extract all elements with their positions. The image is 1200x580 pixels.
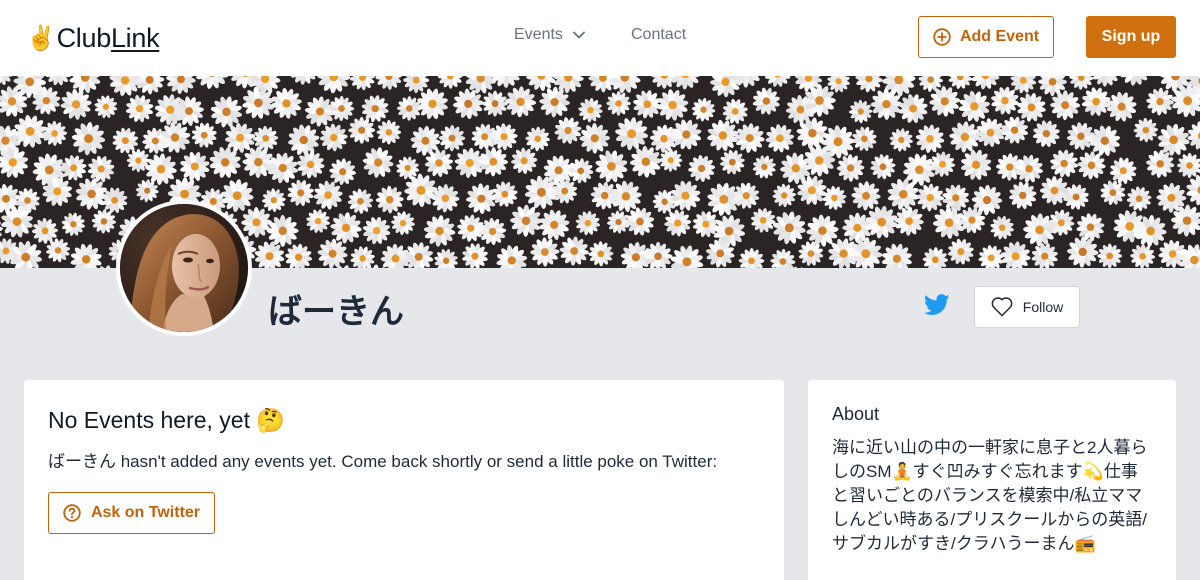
question-circle-icon [63,504,81,522]
nav-contact-link[interactable]: Contact [631,26,686,44]
events-card: No Events here, yet 🤔 ばーきん hasn't added … [24,380,784,580]
signup-button[interactable]: Sign up [1086,16,1176,58]
add-event-button[interactable]: Add Event [918,16,1054,58]
avatar-portrait-image [120,204,248,332]
ask-on-twitter-label: Ask on Twitter [90,504,201,521]
twitter-icon [923,294,950,315]
logo-text-link: Link [110,22,160,53]
profile-name: ばーきん [268,293,404,331]
follow-button[interactable]: Follow [974,286,1080,328]
ask-on-twitter-button[interactable]: Ask on Twitter [48,492,215,534]
heart-icon [991,297,1013,317]
about-card: About 海に近い山の中の一軒家に息子と2人暮らしのSM🧘すぐ凹みすぐ忘れます… [808,380,1176,580]
add-event-label: Add Event [959,28,1040,45]
nav-events-label: Events [514,26,563,43]
plus-circle-icon [933,28,951,46]
events-card-message: ばーきん hasn't added any events yet. Come b… [48,452,718,471]
nav-events-dropdown[interactable]: Events [514,26,585,44]
clublink-logo[interactable]: ✌️ Club Link [26,20,160,56]
logo-text-club: Club [56,22,112,53]
about-card-text: 海に近い山の中の一軒家に息子と2人暮らしのSM🧘すぐ凹みすぐ忘れます💫仕事と習い… [832,438,1148,553]
profile-avatar [116,200,252,336]
site-header: ✌️ Club Link Events Contact Add Event Sign… [0,0,1200,76]
twitter-profile-link[interactable] [923,294,952,320]
follow-label: Follow [1022,299,1064,315]
events-card-title: No Events here, yet 🤔 [48,407,286,433]
chevron-down-icon [573,31,585,39]
about-card-title: About [832,404,880,424]
victory-hand-icon: ✌️ [26,24,56,52]
